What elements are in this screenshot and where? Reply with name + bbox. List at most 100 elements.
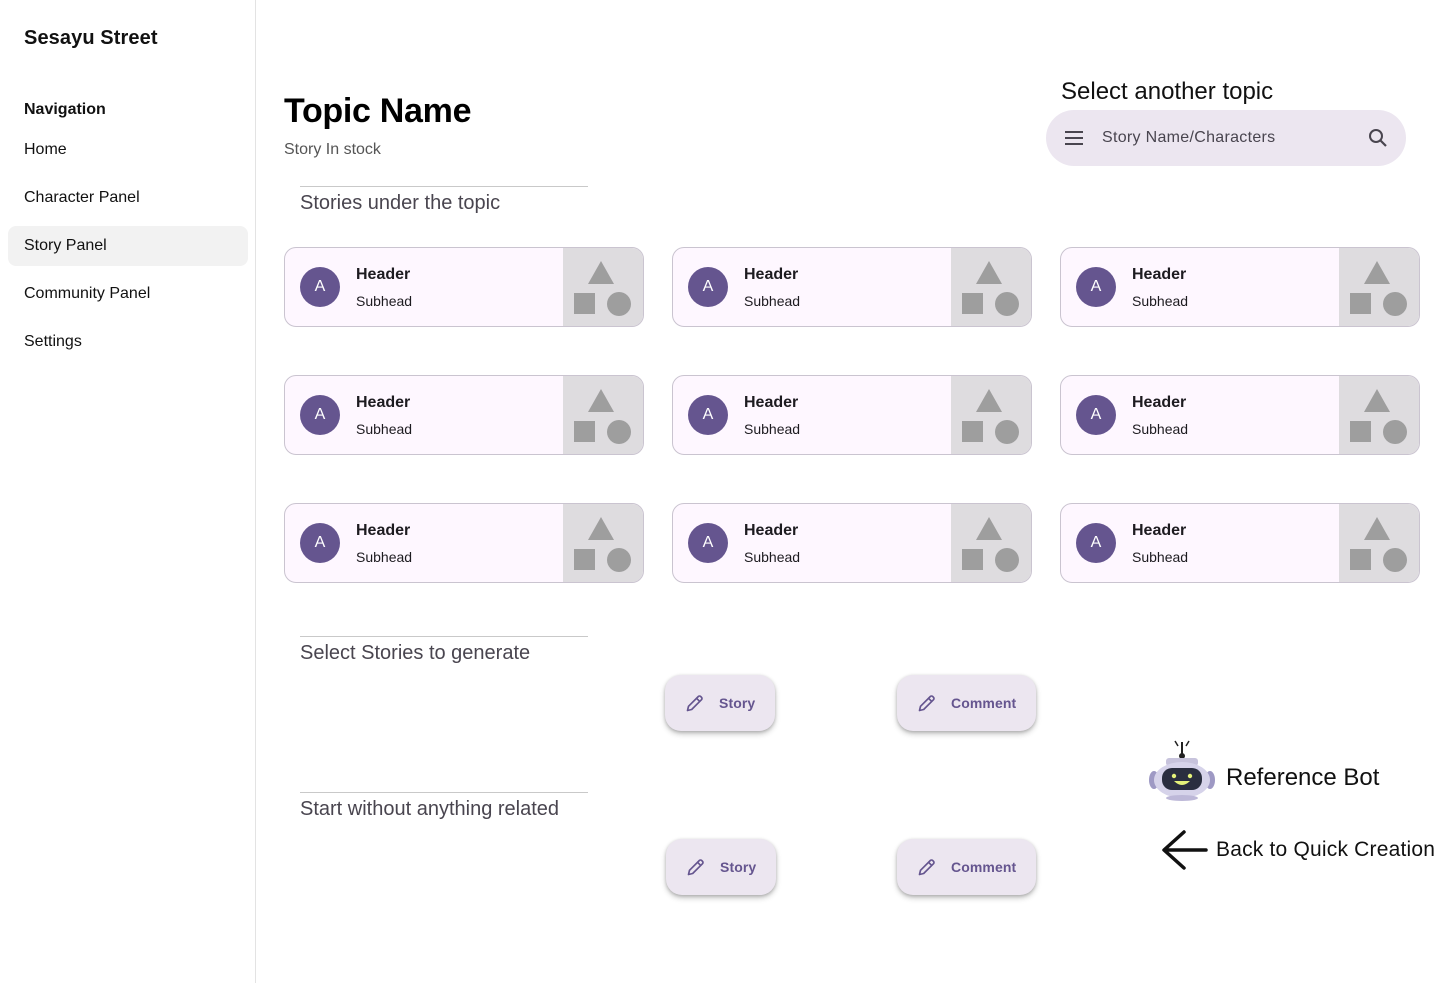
sidebar-item-settings[interactable]: Settings xyxy=(8,322,248,362)
pencil-icon xyxy=(915,691,939,715)
story-card-body: A Header Subhead xyxy=(1061,376,1339,454)
reference-bot-label[interactable]: Reference Bot xyxy=(1226,764,1379,792)
story-card-subhead: Subhead xyxy=(744,548,801,565)
story-card-subhead: Subhead xyxy=(1132,292,1189,309)
image-placeholder-icon xyxy=(1339,504,1419,582)
section-divider xyxy=(300,792,588,793)
story-card-header: Header xyxy=(1132,521,1187,539)
avatar: A xyxy=(688,267,728,307)
story-card-body: A Header Subhead xyxy=(285,376,563,454)
story-card[interactable]: A Header Subhead xyxy=(672,375,1032,455)
sidebar-item-story-panel[interactable]: Story Panel xyxy=(8,226,248,266)
back-to-quick-creation-link[interactable]: Back to Quick Creation xyxy=(1160,828,1435,872)
story-card-texts: Header Subhead xyxy=(744,522,800,565)
image-placeholder-icon xyxy=(951,248,1031,326)
story-card-header: Header xyxy=(356,521,411,539)
story-card[interactable]: A Header Subhead xyxy=(1060,503,1420,583)
page-subtitle: Story In stock xyxy=(284,141,381,158)
blank-story-button[interactable]: Story xyxy=(666,839,777,895)
menu-icon[interactable] xyxy=(1046,110,1102,166)
story-card-subhead: Subhead xyxy=(356,548,413,565)
story-card[interactable]: A Header Subhead xyxy=(672,503,1032,583)
topic-search-input[interactable] xyxy=(1102,129,1350,147)
image-placeholder-icon xyxy=(1339,376,1419,454)
image-placeholder-icon xyxy=(563,376,643,454)
avatar: A xyxy=(300,267,340,307)
story-card-body: A Header Subhead xyxy=(285,504,563,582)
generate-story-button[interactable]: Story xyxy=(665,675,776,731)
blank-comment-button[interactable]: Comment xyxy=(897,839,1037,895)
story-card-subhead: Subhead xyxy=(1132,548,1189,565)
story-card-body: A Header Subhead xyxy=(1061,248,1339,326)
avatar: A xyxy=(300,395,340,435)
story-card-texts: Header Subhead xyxy=(1132,394,1188,437)
generate-comment-button[interactable]: Comment xyxy=(897,675,1037,731)
story-card-body: A Header Subhead xyxy=(673,504,951,582)
sidebar-item-home[interactable]: Home xyxy=(8,130,248,170)
story-card[interactable]: A Header Subhead xyxy=(284,503,644,583)
section-start-blank: Start without anything related xyxy=(300,792,588,821)
story-card-header: Header xyxy=(744,521,799,539)
sidebar-item-character-panel[interactable]: Character Panel xyxy=(8,178,248,218)
avatar: A xyxy=(300,523,340,563)
avatar: A xyxy=(1076,523,1116,563)
story-card-texts: Header Subhead xyxy=(356,266,412,309)
page-title: Topic Name xyxy=(284,92,472,130)
avatar: A xyxy=(688,395,728,435)
generate-comment-label: Comment xyxy=(951,695,1017,711)
story-card-subhead: Subhead xyxy=(356,420,413,437)
back-to-quick-creation-label: Back to Quick Creation xyxy=(1216,838,1436,861)
pencil-icon xyxy=(915,855,939,879)
section-select-generate: Select Stories to generate xyxy=(300,636,588,665)
section-start-blank-label: Start without anything related xyxy=(300,798,560,820)
story-card-header: Header xyxy=(744,393,799,411)
story-card-texts: Header Subhead xyxy=(744,394,800,437)
avatar: A xyxy=(688,523,728,563)
image-placeholder-icon xyxy=(951,376,1031,454)
avatar: A xyxy=(1076,267,1116,307)
app-brand: Sesayu Street xyxy=(24,27,158,49)
image-placeholder-icon xyxy=(951,504,1031,582)
story-card-header: Header xyxy=(744,265,799,283)
image-placeholder-icon xyxy=(563,504,643,582)
story-card-header: Header xyxy=(1132,393,1187,411)
search-icon[interactable] xyxy=(1350,110,1406,166)
image-placeholder-icon xyxy=(1339,248,1419,326)
story-card-texts: Header Subhead xyxy=(744,266,800,309)
story-card-subhead: Subhead xyxy=(1132,420,1189,437)
arrow-left-icon xyxy=(1160,828,1208,872)
story-card-subhead: Subhead xyxy=(744,420,801,437)
story-card[interactable]: A Header Subhead xyxy=(1060,375,1420,455)
story-card-body: A Header Subhead xyxy=(673,376,951,454)
navigation-heading: Navigation xyxy=(24,101,106,118)
story-card[interactable]: A Header Subhead xyxy=(284,247,644,327)
story-card-texts: Header Subhead xyxy=(1132,522,1188,565)
story-card-body: A Header Subhead xyxy=(285,248,563,326)
story-card[interactable]: A Header Subhead xyxy=(1060,247,1420,327)
story-card-body: A Header Subhead xyxy=(1061,504,1339,582)
avatar: A xyxy=(1076,395,1116,435)
story-card-texts: Header Subhead xyxy=(356,394,412,437)
generate-story-label: Story xyxy=(719,695,756,711)
section-stories-label: Stories under the topic xyxy=(300,192,501,214)
section-select-generate-label: Select Stories to generate xyxy=(300,642,531,664)
blank-comment-label: Comment xyxy=(951,859,1017,875)
robot-icon[interactable] xyxy=(1148,738,1216,802)
pencil-icon xyxy=(684,855,708,879)
pencil-icon xyxy=(683,691,707,715)
sidebar: Sesayu Street Navigation Home Character … xyxy=(0,0,256,983)
blank-story-label: Story xyxy=(720,859,757,875)
section-divider xyxy=(300,636,588,637)
section-divider xyxy=(300,186,588,187)
image-placeholder-icon xyxy=(563,248,643,326)
sidebar-item-community-panel[interactable]: Community Panel xyxy=(8,274,248,314)
story-card-subhead: Subhead xyxy=(744,292,801,309)
story-card-texts: Header Subhead xyxy=(1132,266,1188,309)
topic-select-label: Select another topic xyxy=(1061,78,1274,105)
story-card-texts: Header Subhead xyxy=(356,522,412,565)
story-card[interactable]: A Header Subhead xyxy=(284,375,644,455)
section-stories: Stories under the topic xyxy=(300,186,588,215)
story-card-header: Header xyxy=(356,265,411,283)
story-card[interactable]: A Header Subhead xyxy=(672,247,1032,327)
story-card-subhead: Subhead xyxy=(356,292,413,309)
